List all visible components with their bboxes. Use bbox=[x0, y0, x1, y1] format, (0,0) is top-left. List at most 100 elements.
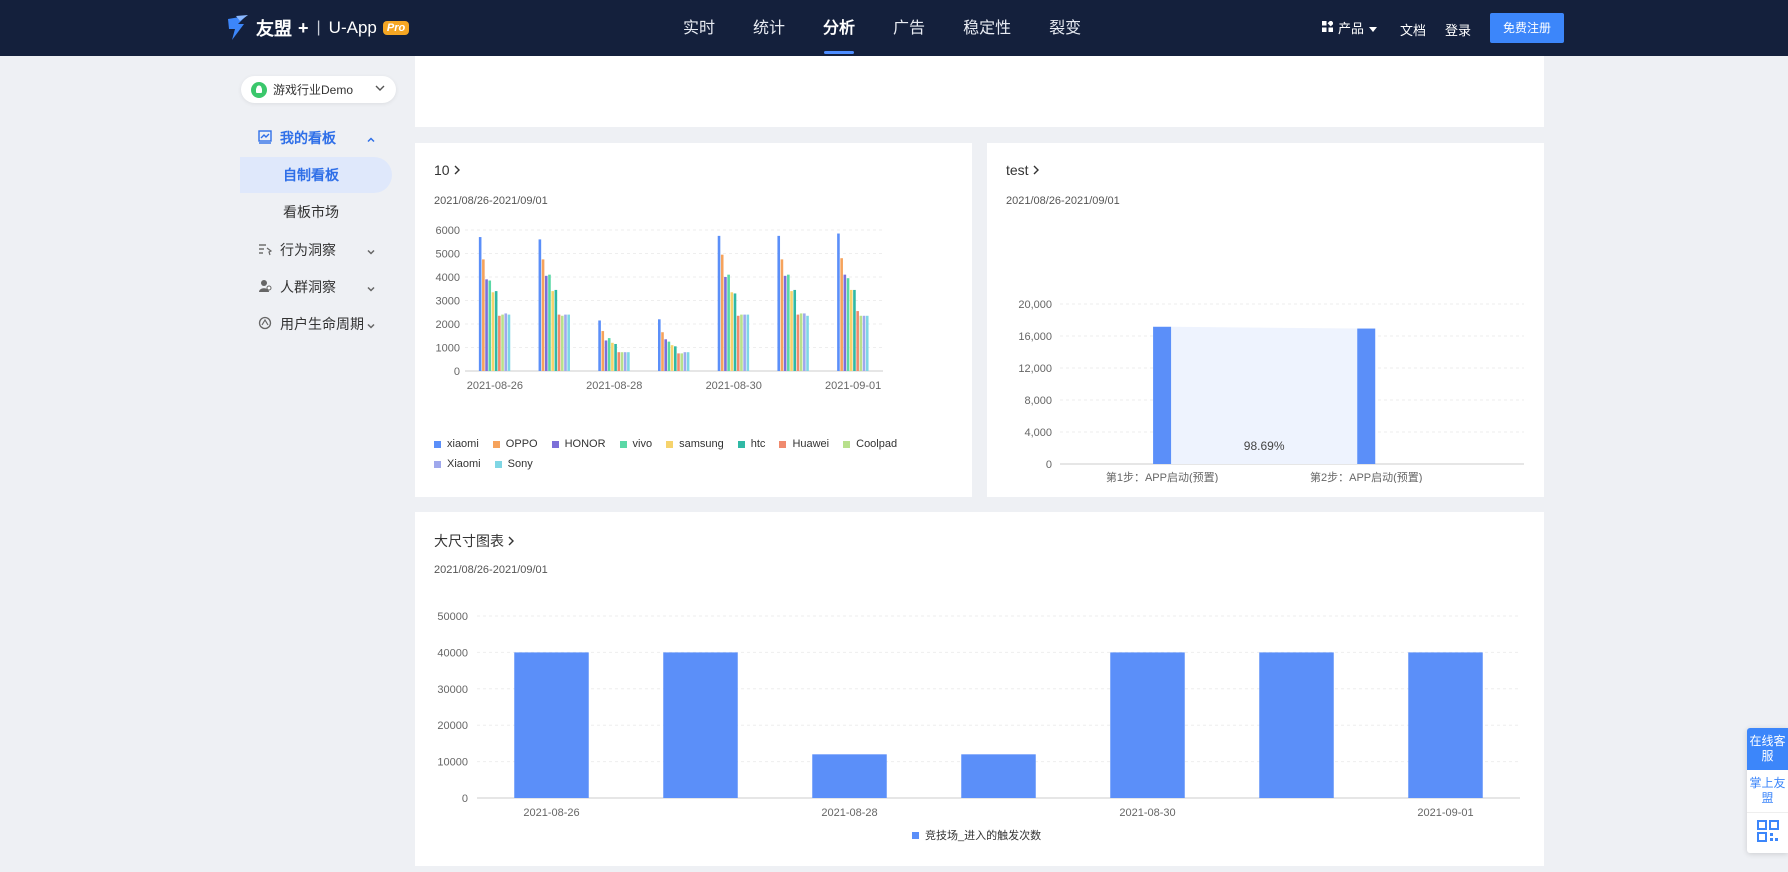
top-card-partial bbox=[415, 56, 1544, 127]
chevron-down-icon[interactable] bbox=[366, 281, 376, 299]
signup-button[interactable]: 免费注册 bbox=[1490, 13, 1564, 43]
bar bbox=[787, 274, 790, 371]
nav-analysis[interactable]: 分析 bbox=[804, 0, 874, 56]
qr-code-button[interactable] bbox=[1747, 813, 1788, 853]
x-tick-label: 第2步：APP启动(预置) bbox=[1310, 470, 1422, 483]
nav-ads[interactable]: 广告 bbox=[874, 0, 944, 56]
bar bbox=[790, 291, 793, 371]
legend-item[interactable]: OPPO bbox=[492, 434, 538, 454]
card-title-link[interactable]: 10 bbox=[434, 162, 461, 178]
sidebar-group-behavior[interactable]: 行为洞察 bbox=[258, 240, 336, 260]
card-title-link[interactable]: test bbox=[1006, 162, 1040, 178]
legend-item[interactable]: vivo bbox=[619, 434, 653, 454]
funnel-chart: 0 4,000 8,000 12,000 16,000 20,000 第1步：APP启动(预… bbox=[1018, 299, 1524, 483]
sidebar-group-people[interactable]: 人群洞察 bbox=[258, 277, 336, 297]
nav-fission[interactable]: 裂变 bbox=[1030, 0, 1100, 56]
sidebar-item-custom-dashboard[interactable]: 自制看板 bbox=[240, 157, 392, 193]
caret-down-icon bbox=[1369, 20, 1378, 35]
bar bbox=[617, 352, 621, 371]
nav-realtime[interactable]: 实时 bbox=[664, 0, 734, 56]
bar bbox=[614, 343, 617, 371]
bar bbox=[796, 314, 800, 371]
card-title-link[interactable]: 大尺寸图表 bbox=[434, 531, 515, 551]
bar bbox=[799, 313, 803, 371]
online-service-button[interactable]: 在线客服 bbox=[1747, 728, 1788, 770]
y-tick-label: 2000 bbox=[436, 319, 460, 331]
y-tick-label: 0 bbox=[462, 793, 468, 805]
bar bbox=[806, 315, 809, 371]
bar bbox=[961, 754, 1036, 798]
bar bbox=[598, 320, 601, 371]
legend-item[interactable]: xiaomi bbox=[434, 434, 479, 454]
login-link[interactable]: 登录 bbox=[1445, 20, 1471, 39]
large-bar-chart: 0 10000 20000 30000 40000 50000 2021-08-26 2021… bbox=[437, 611, 1520, 816]
bar bbox=[560, 315, 564, 371]
product-name: U-App bbox=[328, 18, 377, 37]
legend-swatch bbox=[494, 460, 502, 468]
docs-link[interactable]: 文档 bbox=[1400, 20, 1426, 39]
bar bbox=[840, 258, 843, 371]
logo[interactable]: 友盟 + | U-App Pro bbox=[226, 14, 410, 42]
bar bbox=[1259, 652, 1334, 798]
sidebar-item-dashboard-market[interactable]: 看板市场 bbox=[240, 194, 392, 230]
sidebar-group-lifecycle[interactable]: 用户生命周期 bbox=[258, 314, 364, 334]
legend-item[interactable]: samsung bbox=[666, 434, 724, 454]
legend-item[interactable]: HONOR bbox=[551, 434, 606, 454]
bar bbox=[1110, 652, 1185, 798]
bar bbox=[611, 342, 614, 371]
legend-item[interactable]: Huawei bbox=[779, 434, 829, 454]
bar bbox=[498, 315, 501, 371]
legend-label: Huawei bbox=[792, 438, 830, 450]
x-tick-label: 2021-08-28 bbox=[586, 380, 642, 392]
app-name: 游戏行业Demo bbox=[273, 83, 354, 97]
bar bbox=[478, 237, 482, 371]
products-menu[interactable]: 产品 bbox=[1322, 18, 1378, 37]
nav-stability[interactable]: 稳定性 bbox=[944, 0, 1030, 56]
legend-item[interactable]: Xiaomi bbox=[434, 454, 481, 474]
app-selector[interactable]: 游戏行业Demo bbox=[241, 76, 396, 103]
bar bbox=[488, 280, 492, 371]
behavior-icon bbox=[258, 242, 273, 259]
bar bbox=[485, 279, 488, 371]
card-title: 10 bbox=[434, 162, 450, 178]
legend-label: xiaomi bbox=[447, 438, 479, 450]
mobile-app-button[interactable]: 掌上友盟 bbox=[1747, 770, 1788, 813]
chevron-up-icon[interactable] bbox=[366, 132, 376, 150]
y-tick-label: 8,000 bbox=[1024, 395, 1052, 407]
bar bbox=[658, 319, 661, 371]
legend-swatch bbox=[779, 440, 787, 448]
bar bbox=[803, 313, 806, 371]
legend-label: HONOR bbox=[564, 438, 606, 450]
legend-swatch bbox=[912, 831, 919, 839]
bar bbox=[780, 259, 784, 371]
bar bbox=[504, 313, 508, 371]
brand-plus: + bbox=[298, 17, 309, 38]
bar bbox=[661, 332, 664, 371]
conversion-rate-label: 98.69% bbox=[1244, 439, 1285, 453]
card-title: 大尺寸图表 bbox=[434, 533, 504, 549]
x-tick-label: 2021-08-26 bbox=[523, 807, 579, 816]
legend-item[interactable]: Coolpad bbox=[843, 434, 897, 454]
sidebar-group-my-dashboard[interactable]: 我的看板 bbox=[258, 128, 336, 148]
legend-swatch bbox=[434, 460, 441, 468]
bar bbox=[670, 345, 674, 371]
bar bbox=[541, 259, 545, 371]
bar bbox=[837, 233, 840, 371]
legend-label: Xiaomi bbox=[447, 458, 481, 470]
chevron-down-icon[interactable] bbox=[366, 244, 376, 262]
card-title: test bbox=[1006, 162, 1029, 178]
y-tick-label: 1000 bbox=[436, 343, 460, 355]
legend-item[interactable]: Sony bbox=[494, 454, 533, 474]
bar bbox=[663, 652, 738, 798]
legend-swatch bbox=[666, 440, 674, 448]
y-tick-label: 10000 bbox=[437, 757, 468, 769]
legend-item[interactable]: 竞技场_进入的触发次数 bbox=[912, 825, 1041, 845]
nav-statistics[interactable]: 统计 bbox=[734, 0, 804, 56]
dashboard-card-test: test 2021/08/26-2021/09/01 0 4,000 8,000 12… bbox=[987, 143, 1544, 497]
bar bbox=[551, 291, 554, 371]
legend-label: vivo bbox=[632, 438, 653, 450]
legend-item[interactable]: htc bbox=[737, 434, 765, 454]
bar bbox=[567, 314, 570, 371]
chevron-down-icon[interactable] bbox=[366, 318, 376, 336]
bar bbox=[846, 278, 850, 371]
